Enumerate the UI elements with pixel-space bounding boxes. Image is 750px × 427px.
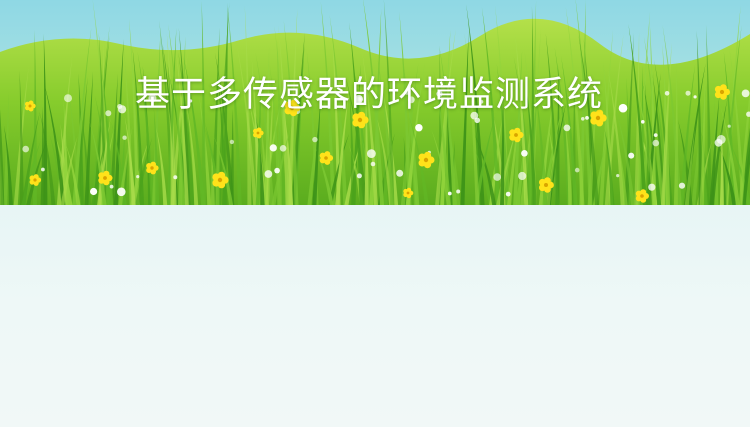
white-petal — [678, 182, 686, 189]
white-petal — [117, 187, 126, 197]
white-petal — [653, 133, 658, 138]
white-petal — [22, 145, 30, 153]
white-petal — [269, 144, 277, 152]
white-petal — [274, 167, 280, 174]
white-petal — [136, 175, 140, 179]
white-petal — [714, 138, 723, 147]
white-petal — [173, 175, 178, 180]
white-petal — [574, 167, 580, 173]
white-petal — [521, 150, 528, 157]
white-petal — [505, 191, 511, 197]
white-petal — [90, 187, 98, 196]
white-petal — [563, 124, 571, 132]
white-petal — [367, 149, 376, 159]
white-petal — [312, 136, 318, 143]
white-petal — [456, 189, 461, 194]
slide: 基于多传感器的环境监测系统 — [0, 0, 750, 427]
white-petal — [264, 170, 273, 178]
white-petal — [370, 161, 376, 167]
white-petal — [396, 169, 404, 177]
white-petal — [229, 139, 235, 145]
white-petal — [641, 120, 645, 124]
white-petal — [652, 139, 660, 147]
white-petal — [493, 173, 502, 181]
white-petal — [109, 184, 114, 189]
white-petal — [447, 191, 452, 196]
white-petal — [279, 145, 287, 152]
white-petal — [727, 124, 731, 128]
white-petal — [41, 167, 45, 172]
slide-title: 基于多传感器的环境监测系统 — [134, 75, 603, 115]
white-petal — [518, 171, 527, 181]
white-petal — [628, 152, 635, 159]
content-area — [0, 205, 750, 427]
white-petal — [415, 124, 423, 132]
white-petal — [356, 173, 362, 179]
white-petal — [616, 174, 620, 178]
white-petal — [581, 117, 585, 121]
white-petal — [122, 135, 127, 140]
white-petal — [741, 89, 750, 98]
white-petal — [648, 183, 656, 191]
